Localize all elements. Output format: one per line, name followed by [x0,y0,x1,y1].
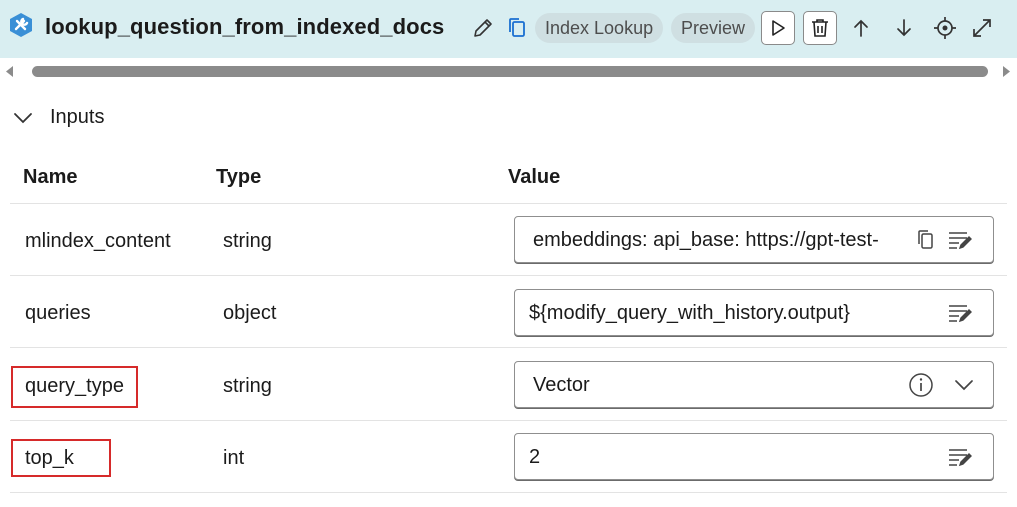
row-divider [10,275,1007,276]
arrow-up-icon[interactable] [847,14,875,42]
row-name: queries [25,302,91,324]
row-name: query_type [25,375,124,397]
row-type: string [223,375,272,397]
inputs-toggle[interactable] [12,104,34,132]
badge-preview: Preview [671,13,756,43]
edit-text-icon[interactable] [946,444,974,470]
row-divider [10,420,1007,421]
row-type: string [223,230,272,252]
field-value: ${modify_query_with_history.output} [529,302,850,324]
scrollbar-thumb[interactable] [32,66,988,77]
row-type: object [223,302,277,324]
row-type: int [223,447,245,469]
chevron-down-icon [14,113,32,124]
row-divider [10,492,1007,493]
tool-icon [10,13,32,37]
field-value: embeddings: api_base: https://gpt-test- [533,229,879,251]
badge-index-lookup: Index Lookup [535,13,664,43]
row-divider [10,347,1007,348]
top-k-input[interactable]: 2 [514,433,994,480]
header-divider [10,203,1007,204]
query-type-dropdown[interactable]: Vector [514,361,994,408]
edit-text-icon[interactable] [946,227,974,253]
queries-input[interactable]: ${modify_query_with_history.output} [514,289,994,336]
arrow-down-icon[interactable] [890,14,918,42]
copy-icon[interactable] [503,14,531,42]
chevron-down-icon[interactable] [950,372,978,398]
selected-value: Vector [533,374,590,396]
run-icon [772,20,785,36]
locate-icon[interactable] [931,14,959,42]
edit-text-icon[interactable] [946,300,974,326]
row-name: top_k [25,447,74,469]
node-header: lookup_question_from_indexed_docs Index … [0,0,1017,58]
mlindex-content-input[interactable]: embeddings: api_base: https://gpt-test- [514,216,994,263]
delete-icon [812,19,828,37]
run-button[interactable] [761,11,795,45]
section-title: Inputs [50,106,105,128]
field-value: 2 [529,446,541,468]
column-header-value: Value [508,166,561,188]
horizontal-scrollbar[interactable] [0,62,1017,80]
column-header-name: Name [23,166,78,188]
expand-icon[interactable] [968,14,996,42]
copy-icon[interactable] [912,227,940,253]
scroll-right-icon[interactable] [1002,65,1012,78]
info-icon[interactable] [907,372,935,398]
delete-button[interactable] [803,11,837,45]
column-header-type: Type [216,166,262,188]
scroll-left-icon[interactable] [4,65,14,78]
edit-icon[interactable] [469,14,497,42]
row-name: mlindex_content [25,230,171,252]
node-title: lookup_question_from_indexed_docs [45,14,445,39]
